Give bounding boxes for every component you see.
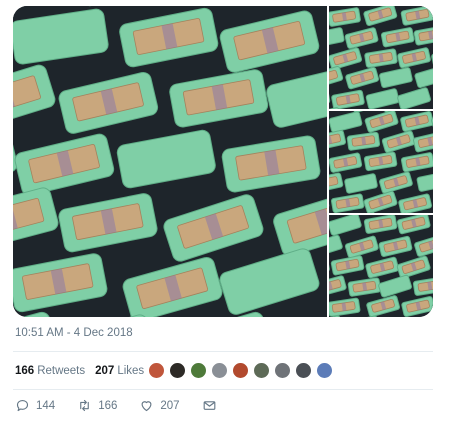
liker-avatar[interactable]: [211, 362, 228, 379]
liker-avatar[interactable]: [274, 362, 291, 379]
reply-icon: [16, 399, 29, 412]
direct-message-button[interactable]: [202, 398, 223, 413]
liker-avatar[interactable]: [253, 362, 270, 379]
likes-label[interactable]: Likes: [117, 365, 144, 377]
divider-top: [13, 351, 433, 352]
photo-top-right[interactable]: [329, 6, 433, 109]
tweet-timestamp[interactable]: 10:51 AM - 4 Dec 2018: [15, 327, 133, 339]
money-containers-photo: [13, 6, 327, 317]
envelope-icon: [203, 401, 215, 410]
heart-icon: [141, 401, 152, 412]
reply-button[interactable]: 144: [15, 398, 55, 413]
liker-avatar[interactable]: [232, 362, 249, 379]
money-containers-photo: [329, 111, 433, 213]
retweets-count[interactable]: 166: [15, 365, 34, 377]
divider-bottom: [13, 389, 433, 390]
photo-middle-right[interactable]: [329, 111, 433, 213]
liker-avatar[interactable]: [190, 362, 207, 379]
tweet-stats: 166 Retweets 207 Likes: [15, 360, 154, 382]
likes-count[interactable]: 207: [95, 365, 114, 377]
retweet-count: 166: [98, 399, 118, 412]
retweet-icon: [80, 399, 89, 412]
retweet-button[interactable]: 166: [77, 398, 117, 413]
money-containers-photo: [329, 6, 433, 109]
retweets-label[interactable]: Retweets: [37, 365, 85, 377]
tweet-actions: 144 166 207: [15, 398, 245, 413]
like-count: 207: [160, 399, 180, 412]
liker-avatars: [148, 362, 337, 379]
money-containers-photo: [329, 215, 433, 317]
photo-main[interactable]: [13, 6, 327, 317]
liker-avatar[interactable]: [169, 362, 186, 379]
liker-avatar[interactable]: [295, 362, 312, 379]
liker-avatar[interactable]: [148, 362, 165, 379]
reply-count: 144: [36, 399, 56, 412]
like-button[interactable]: 207: [139, 398, 180, 413]
liker-avatar[interactable]: [316, 362, 333, 379]
tweet-media-grid: [13, 6, 433, 317]
photo-bottom-right[interactable]: [329, 215, 433, 317]
